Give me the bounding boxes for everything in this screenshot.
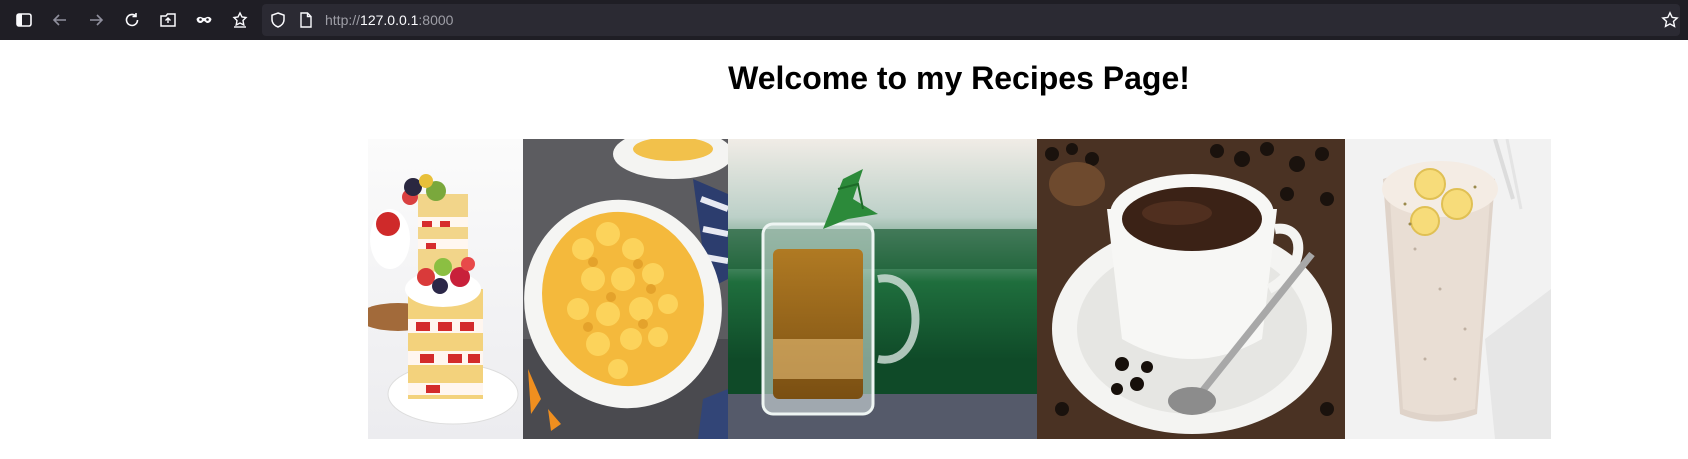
sidebar-icon[interactable] <box>10 6 38 34</box>
private-mask-icon[interactable] <box>190 6 218 34</box>
mac-and-cheese-image <box>523 139 728 439</box>
cake-image <box>368 139 523 439</box>
url-scheme: http:// <box>325 12 361 28</box>
url-text[interactable]: http://127.0.0.1:8000 <box>325 10 453 30</box>
forward-icon[interactable] <box>82 6 110 34</box>
back-icon[interactable] <box>46 6 74 34</box>
browser-toolbar: http://127.0.0.1:8000 <box>0 0 1688 40</box>
star-icon[interactable] <box>1656 6 1684 34</box>
page-icon <box>292 6 320 34</box>
page-title: Welcome to my Recipes Page! <box>728 60 1190 96</box>
url-host: 127.0.0.1 <box>360 12 419 28</box>
address-bar[interactable] <box>262 4 1680 36</box>
reload-icon[interactable] <box>118 6 146 34</box>
url-port: :8000 <box>418 12 454 28</box>
extensions-icon[interactable] <box>226 6 254 34</box>
banana-smoothie-image <box>1345 139 1551 439</box>
shield-icon[interactable] <box>264 6 292 34</box>
screenshot-icon[interactable] <box>154 6 182 34</box>
tea-image <box>728 139 1037 439</box>
coffee-image <box>1037 139 1345 439</box>
